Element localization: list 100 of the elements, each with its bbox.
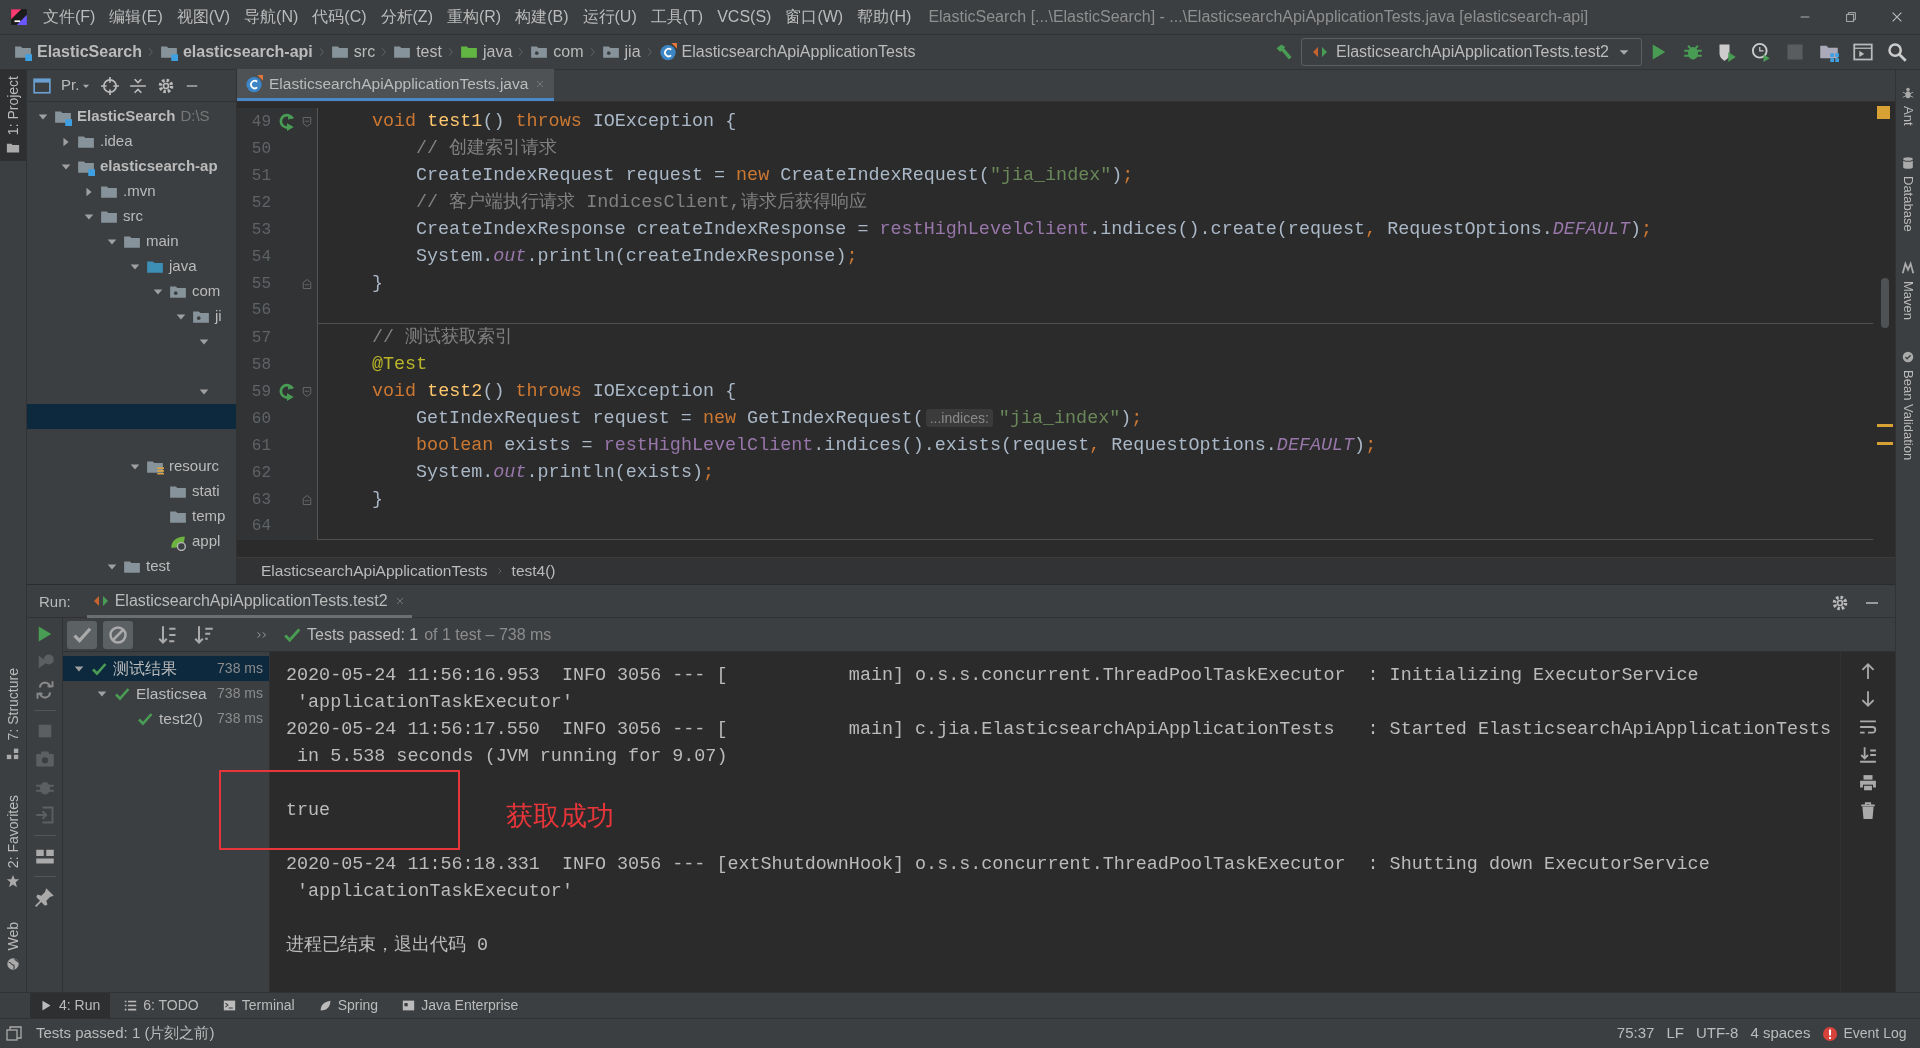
- fold-icon[interactable]: [301, 492, 313, 507]
- code-line: // 创建索引请求: [415, 136, 558, 161]
- collapse-icon[interactable]: [129, 76, 148, 95]
- code-line: boolean exists = restHighLevelClient.indices().exists(request, RequestOptions.DEFAULT);: [415, 433, 1377, 458]
- down-arrow-icon[interactable]: [1859, 690, 1877, 708]
- test-row[interactable]: 测试结果 738 ms: [63, 656, 269, 681]
- menu-item[interactable]: 运行(U): [575, 5, 644, 29]
- test-row[interactable]: Elasticsea 738 ms: [63, 681, 269, 706]
- breadcrumb-item[interactable]: src: [326, 40, 380, 64]
- tree-item[interactable]: ji: [215, 305, 222, 328]
- code-line: GetIndexRequest request = new GetIndexRequest( ...indices: "jia_index");: [415, 406, 1143, 431]
- breadcrumb-item[interactable]: test: [389, 40, 446, 64]
- fold-icon[interactable]: [301, 114, 313, 129]
- menu-item[interactable]: 重构(R): [439, 5, 509, 29]
- menu-item[interactable]: 工具(T): [643, 5, 711, 29]
- tool-window-button[interactable]: Database: [1896, 149, 1920, 238]
- up-arrow-icon[interactable]: [1859, 662, 1877, 680]
- toggle-auto-test-icon[interactable]: [34, 680, 55, 700]
- breadcrumb-item[interactable]: com: [526, 40, 588, 64]
- event-log-button[interactable]: Event Log: [1816, 1022, 1913, 1045]
- tree-item[interactable]: com: [192, 280, 221, 303]
- leaf-icon: [318, 999, 332, 1012]
- tree-item[interactable]: elasticsearch-ap: [100, 155, 218, 178]
- run-tab[interactable]: ElasticsearchApiApplicationTests.test2: [86, 587, 412, 618]
- tool-window-button[interactable]: 1: Project: [0, 70, 26, 162]
- test-summary-detail: of 1 test – 738 ms: [424, 624, 552, 645]
- menu-item[interactable]: 分析(Z): [373, 5, 440, 29]
- scrollbar-thumb[interactable]: [1881, 278, 1889, 328]
- target-icon[interactable]: [101, 76, 120, 95]
- console-line: 2020-05-24 11:56:17.550 INFO 3056 --- [ main] c.jia.ElasticsearchApiApplicationTests : Started ElasticsearchApiApplicationTests: [286, 718, 1832, 742]
- tree-item[interactable]: test: [146, 555, 171, 578]
- settings-icon[interactable]: [157, 76, 176, 95]
- scroll-to-end-icon[interactable]: [1859, 746, 1877, 764]
- window-title: ElasticSearch [...\ElasticSearch] - ...\ElasticsearchApiApplicationTests.java [elasticsearch-api]: [928, 7, 1589, 27]
- fold-icon[interactable]: [301, 384, 313, 399]
- menu-item[interactable]: VCS(S): [710, 5, 779, 29]
- menu-item[interactable]: 视图(V): [169, 5, 238, 29]
- run-test-icon[interactable]: [278, 112, 296, 131]
- status-item[interactable]: 75:37: [1610, 1022, 1661, 1045]
- show-ignored-button[interactable]: [103, 620, 133, 649]
- test-config-icon: [92, 593, 109, 609]
- stop-icon: [1785, 42, 1805, 62]
- package-icon: [530, 43, 549, 61]
- tree-item[interactable]: appl: [192, 530, 221, 553]
- tool-window-tab[interactable]: 6: TODO: [114, 992, 209, 1019]
- print-icon[interactable]: [1859, 774, 1877, 792]
- breadcrumb-item[interactable]: ElasticsearchApiApplicationTests: [261, 559, 488, 583]
- breadcrumb-item[interactable]: test4(): [511, 559, 556, 583]
- status-item[interactable]: 4 spaces: [1744, 1022, 1817, 1045]
- trash-icon[interactable]: [1859, 802, 1877, 820]
- settings-icon[interactable]: [1831, 593, 1849, 612]
- menu-item[interactable]: 构建(B): [508, 5, 576, 29]
- tool-window-tab[interactable]: Terminal: [212, 992, 305, 1019]
- tree-item[interactable]: .idea: [100, 130, 133, 153]
- tool-window-button[interactable]: Maven: [1896, 255, 1920, 327]
- menu-item[interactable]: 导航(N): [237, 5, 306, 29]
- tool-window-button[interactable]: 7: Structure: [2, 661, 24, 767]
- fold-icon[interactable]: [301, 276, 313, 291]
- database-icon: [1901, 155, 1915, 170]
- breadcrumb-item[interactable]: java: [455, 40, 517, 64]
- tree-item[interactable]: temp: [192, 505, 226, 528]
- cancel-icon: [108, 624, 128, 645]
- menu-item[interactable]: 帮助(H): [850, 5, 919, 29]
- breadcrumb-item[interactable]: ElasticSearch: [10, 40, 146, 64]
- tool-window-tab[interactable]: Java Enterprise: [392, 992, 529, 1019]
- status-item[interactable]: LF: [1660, 1022, 1690, 1045]
- run-test-icon[interactable]: [278, 382, 296, 401]
- layout-toggle-icon[interactable]: [6, 1025, 22, 1042]
- tree-item[interactable]: resourc: [169, 455, 220, 478]
- restore-icon: [1844, 10, 1858, 24]
- menu-item[interactable]: 文件(F): [36, 5, 103, 29]
- tool-window-tab[interactable]: Spring: [308, 992, 389, 1019]
- tool-window-button[interactable]: Web: [2, 916, 24, 977]
- tree-item[interactable]: .mvn: [123, 180, 156, 203]
- tree-item[interactable]: stati: [192, 480, 220, 503]
- code-line: // 客户端执行请求 IndicesClient,请求后获得响应: [415, 190, 867, 215]
- path-text: D:\S: [180, 106, 210, 127]
- tree-item[interactable]: java: [169, 255, 197, 278]
- tool-window-tab[interactable]: 4: Run: [30, 992, 111, 1019]
- tree-item[interactable]: main: [146, 230, 179, 253]
- show-passed-button[interactable]: [67, 620, 97, 649]
- editor-tab[interactable]: ElasticsearchApiApplicationTests.java: [237, 69, 555, 101]
- soft-wrap-icon[interactable]: [1859, 718, 1877, 736]
- tree-item[interactable]: src: [123, 205, 143, 228]
- error-stripe-mark: [1877, 442, 1893, 445]
- tool-window-button[interactable]: Ant: [1896, 80, 1920, 132]
- tool-window-button[interactable]: 2: Favorites: [2, 788, 24, 894]
- menu-item[interactable]: 代码(C): [305, 5, 374, 29]
- breadcrumb-item[interactable]: jia: [597, 40, 645, 64]
- run-configuration-dropdown[interactable]: ElasticsearchApiApplicationTests.test2: [1300, 38, 1642, 66]
- tree-item[interactable]: ElasticSearch: [77, 105, 176, 128]
- menu-item[interactable]: 窗口(W): [778, 5, 851, 29]
- status-item[interactable]: UTF-8: [1689, 1022, 1745, 1045]
- pin-icon[interactable]: [34, 887, 55, 907]
- view-selector[interactable]: Pr.: [61, 74, 92, 97]
- breadcrumb-item[interactable]: ElasticsearchApiApplicationTests: [654, 40, 920, 64]
- breadcrumb-item[interactable]: elasticsearch-api: [155, 40, 317, 64]
- menu-item[interactable]: 编辑(E): [102, 5, 170, 29]
- test-row[interactable]: test2() 738 ms: [63, 706, 269, 731]
- tool-window-button[interactable]: Bean Validation: [1896, 344, 1920, 467]
